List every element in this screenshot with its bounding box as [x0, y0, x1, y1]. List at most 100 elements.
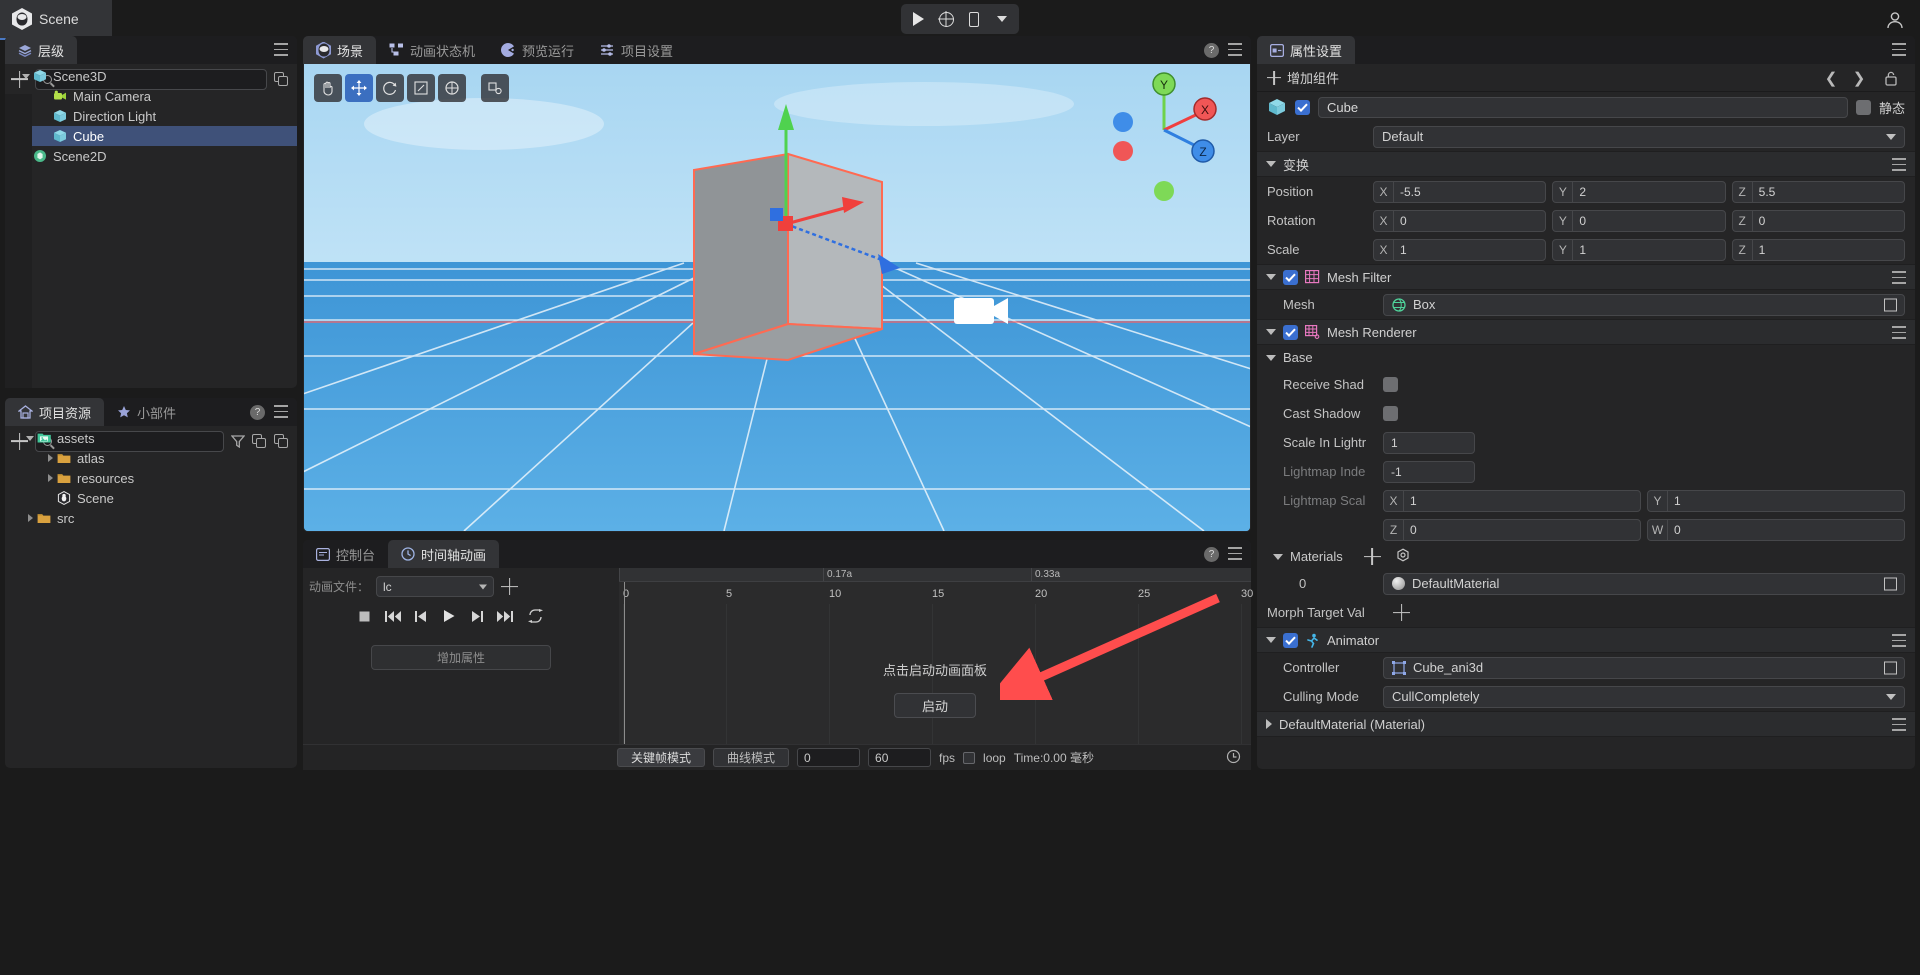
- object-enabled-checkbox[interactable]: [1295, 100, 1310, 115]
- lightmap-scale-y-field[interactable]: Y: [1647, 490, 1905, 512]
- material-settings-button[interactable]: [1396, 548, 1410, 565]
- tree-item-scene[interactable]: Scene: [9, 488, 297, 508]
- material-section-header[interactable]: DefaultMaterial (Material): [1257, 711, 1915, 737]
- material-picker-button[interactable]: [1884, 577, 1897, 590]
- tree-item-scene2d[interactable]: Scene2D: [5, 146, 297, 166]
- tree-item-cube[interactable]: Cube: [5, 126, 297, 146]
- next-object-button[interactable]: ❯: [1851, 70, 1867, 86]
- keyframe-mode-button[interactable]: 关键帧模式: [617, 748, 705, 767]
- collapse-arrow-icon[interactable]: [1266, 161, 1276, 167]
- material-field[interactable]: DefaultMaterial: [1383, 573, 1905, 595]
- tab-project-settings[interactable]: 项目设置: [587, 36, 686, 64]
- position-y-input[interactable]: [1573, 185, 1724, 199]
- cast-shadow-checkbox[interactable]: [1383, 406, 1398, 421]
- loop-checkbox[interactable]: [963, 752, 975, 764]
- scale-tool-button[interactable]: [407, 74, 435, 102]
- transform-tool-button[interactable]: [438, 74, 466, 102]
- layer-select[interactable]: Default: [1373, 126, 1905, 148]
- static-checkbox[interactable]: [1856, 100, 1871, 115]
- mesh-renderer-section-header[interactable]: Mesh Renderer: [1257, 319, 1915, 345]
- tab-widgets[interactable]: 小部件: [104, 398, 189, 426]
- skip-to-end-button[interactable]: [497, 610, 513, 623]
- timeline-help-button[interactable]: ?: [1204, 547, 1219, 562]
- position-x-field[interactable]: X: [1373, 181, 1546, 203]
- collapse-arrow-icon[interactable]: [1266, 274, 1276, 280]
- tab-hierarchy[interactable]: 层级: [5, 36, 77, 64]
- collapse-arrow-icon[interactable]: [1266, 637, 1276, 643]
- hand-tool-button[interactable]: [314, 74, 342, 102]
- scale-z-input[interactable]: [1753, 243, 1904, 257]
- tab-inspector[interactable]: 属性设置: [1257, 36, 1355, 64]
- skip-to-start-button[interactable]: [385, 610, 401, 623]
- stop-button[interactable]: [358, 610, 371, 623]
- lightmap-index-input[interactable]: [1383, 461, 1475, 483]
- transform-menu-button[interactable]: [1892, 158, 1906, 171]
- mesh-filter-enabled-checkbox[interactable]: [1283, 270, 1298, 285]
- lightmap-scale-w-field[interactable]: W: [1647, 519, 1905, 541]
- rotation-y-field[interactable]: Y: [1552, 210, 1725, 232]
- lightmap-scale-w-input[interactable]: [1668, 523, 1904, 537]
- animation-file-select[interactable]: lc: [376, 576, 494, 597]
- collapse-arrow-icon[interactable]: [1266, 355, 1276, 361]
- scale-in-lightmap-input[interactable]: [1383, 432, 1475, 454]
- fps-input[interactable]: [868, 748, 931, 767]
- axis-gizmo[interactable]: Y X Z: [1104, 70, 1224, 210]
- inspector-menu-button[interactable]: [1892, 43, 1906, 56]
- next-frame-button[interactable]: [470, 610, 483, 623]
- tab-timeline-animation[interactable]: 时间轴动画: [388, 540, 499, 568]
- tree-item-atlas[interactable]: atlas: [9, 448, 297, 468]
- add-material-button[interactable]: [1364, 548, 1381, 565]
- tree-item-direction-light[interactable]: Direction Light: [5, 106, 297, 126]
- move-tool-button[interactable]: [345, 74, 373, 102]
- start-animation-panel-button[interactable]: 启动: [894, 693, 976, 718]
- lightmap-scale-y-input[interactable]: [1668, 494, 1904, 508]
- lightmap-scale-z-field[interactable]: Z: [1383, 519, 1641, 541]
- scale-x-input[interactable]: [1394, 243, 1545, 257]
- play-button[interactable]: [905, 7, 931, 31]
- add-property-button[interactable]: 增加属性: [371, 645, 551, 670]
- user-account-button[interactable]: [1884, 9, 1906, 31]
- controller-field[interactable]: Cube_ani3d: [1383, 657, 1905, 679]
- expand-arrow-icon[interactable]: [43, 454, 57, 462]
- assets-menu-button[interactable]: [274, 405, 288, 418]
- timeline-track-area[interactable]: 0.17a 0.33a 051015202530 点击启动动画面板 启动: [619, 568, 1251, 744]
- position-x-input[interactable]: [1394, 185, 1545, 199]
- scene-help-button[interactable]: ?: [1204, 43, 1219, 58]
- add-component-button[interactable]: 增加组件 ❮ ❯: [1257, 64, 1915, 92]
- tree-item-src[interactable]: src: [9, 508, 297, 528]
- curve-mode-button[interactable]: 曲线模式: [713, 748, 789, 767]
- tab-preview-run[interactable]: 预览运行: [488, 36, 587, 64]
- animator-enabled-checkbox[interactable]: [1283, 633, 1298, 648]
- timeline-settings-button[interactable]: [1226, 749, 1241, 767]
- position-z-input[interactable]: [1753, 185, 1904, 199]
- pivot-tool-button[interactable]: [481, 74, 509, 102]
- animator-menu-button[interactable]: [1892, 634, 1906, 647]
- rotation-x-field[interactable]: X: [1373, 210, 1546, 232]
- mesh-renderer-menu-button[interactable]: [1892, 326, 1906, 339]
- tab-console[interactable]: 控制台: [303, 540, 388, 568]
- loop-toggle-button[interactable]: [527, 609, 544, 623]
- platform-browser-button[interactable]: [933, 7, 959, 31]
- scale-z-field[interactable]: Z: [1732, 239, 1905, 261]
- add-animation-button[interactable]: [501, 578, 518, 595]
- play-options-button[interactable]: [989, 7, 1015, 31]
- material-section-menu-button[interactable]: [1892, 718, 1906, 731]
- position-z-field[interactable]: Z: [1732, 181, 1905, 203]
- start-frame-input[interactable]: [797, 748, 860, 767]
- lock-inspector-button[interactable]: [1883, 70, 1899, 86]
- prev-frame-button[interactable]: [415, 610, 428, 623]
- tree-item-resources[interactable]: resources: [9, 468, 297, 488]
- rotation-z-field[interactable]: Z: [1732, 210, 1905, 232]
- scene-viewport[interactable]: Y X Z: [304, 64, 1250, 531]
- materials-subsection-header[interactable]: Materials: [1257, 544, 1915, 569]
- mesh-field[interactable]: Box: [1383, 294, 1905, 316]
- collapse-arrow-icon[interactable]: [23, 436, 37, 441]
- object-name-input[interactable]: [1318, 97, 1848, 118]
- rotation-x-input[interactable]: [1394, 214, 1545, 228]
- tab-project-assets[interactable]: 项目资源: [5, 398, 104, 426]
- scale-y-input[interactable]: [1573, 243, 1724, 257]
- tree-item-scene3d[interactable]: Scene3D: [5, 66, 297, 86]
- base-subsection-header[interactable]: Base: [1257, 345, 1915, 370]
- lightmap-scale-z-input[interactable]: [1404, 523, 1640, 537]
- rotate-tool-button[interactable]: [376, 74, 404, 102]
